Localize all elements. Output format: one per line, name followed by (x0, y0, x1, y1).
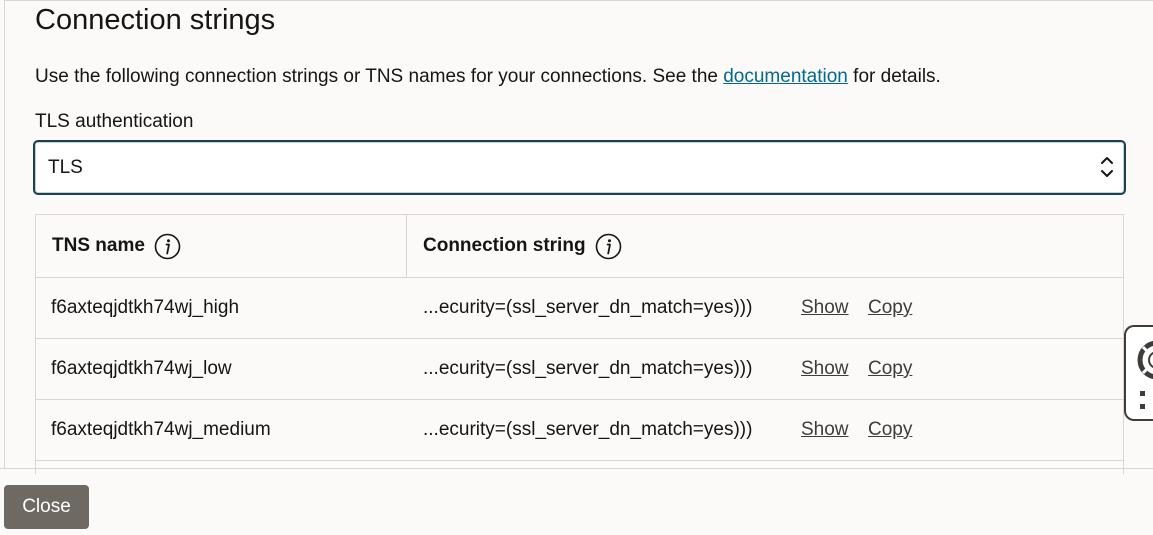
top-divider (4, 0, 1153, 1)
description-text-end: for details. (847, 66, 941, 87)
connection-string-cell: ...ecurity=(ssl_server_dn_match=yes))) (423, 297, 753, 318)
column-header-tns-name: TNS name (52, 215, 181, 277)
tns-name-cell: f6axteqjdtkh74wj_high (51, 297, 240, 318)
page-title: Connection strings (35, 4, 276, 36)
copy-link[interactable]: Copy (868, 419, 912, 441)
description: Use the following connection strings or … (35, 66, 941, 88)
connection-strings-panel: Connection strings Use the following con… (0, 0, 1153, 535)
description-text: Use the following connection strings or … (35, 66, 724, 87)
table-row: f6axteqjdtkh74wj_medium ...ecurity=(ssl_… (36, 400, 1123, 461)
connection-string-cell: ...ecurity=(ssl_server_dn_match=yes))) (423, 419, 753, 440)
help-widget[interactable] (1124, 325, 1153, 421)
lifering-icon (1137, 340, 1153, 380)
drag-handle-icon[interactable] (1139, 389, 1147, 413)
tls-selected-value: TLS (48, 157, 83, 178)
column-divider (406, 215, 407, 277)
copy-link[interactable]: Copy (868, 358, 912, 380)
show-link[interactable]: Show (801, 419, 849, 441)
tns-name-cell: f6axteqjdtkh74wj_low (51, 358, 232, 379)
chevron-up-down-icon (1101, 157, 1113, 177)
table-row: f6axteqjdtkh74wj_low ...ecurity=(ssl_ser… (36, 339, 1123, 400)
show-link[interactable]: Show (801, 297, 849, 319)
footer-divider (0, 468, 1153, 469)
show-link[interactable]: Show (801, 358, 849, 380)
info-icon[interactable] (595, 233, 622, 260)
column-header-connection-string: Connection string (423, 215, 622, 277)
tls-authentication-label: TLS authentication (35, 111, 194, 132)
connection-string-cell: ...ecurity=(ssl_server_dn_match=yes))) (423, 358, 753, 379)
table-row: f6axteqjdtkh74wj_high ...ecurity=(ssl_se… (36, 278, 1123, 339)
documentation-link[interactable]: documentation (723, 66, 848, 87)
connection-strings-table: TNS name Connection string f6axteqjdtkh7… (35, 214, 1124, 474)
left-divider (4, 0, 5, 468)
column-header-label: TNS name (52, 235, 145, 256)
tls-authentication-select[interactable]: TLS (33, 140, 1126, 195)
info-icon[interactable] (154, 233, 181, 260)
copy-link[interactable]: Copy (868, 297, 912, 319)
close-button[interactable]: Close (4, 485, 89, 529)
table-header: TNS name Connection string (36, 215, 1123, 278)
tns-name-cell: f6axteqjdtkh74wj_medium (51, 419, 271, 440)
column-header-label: Connection string (423, 235, 586, 256)
